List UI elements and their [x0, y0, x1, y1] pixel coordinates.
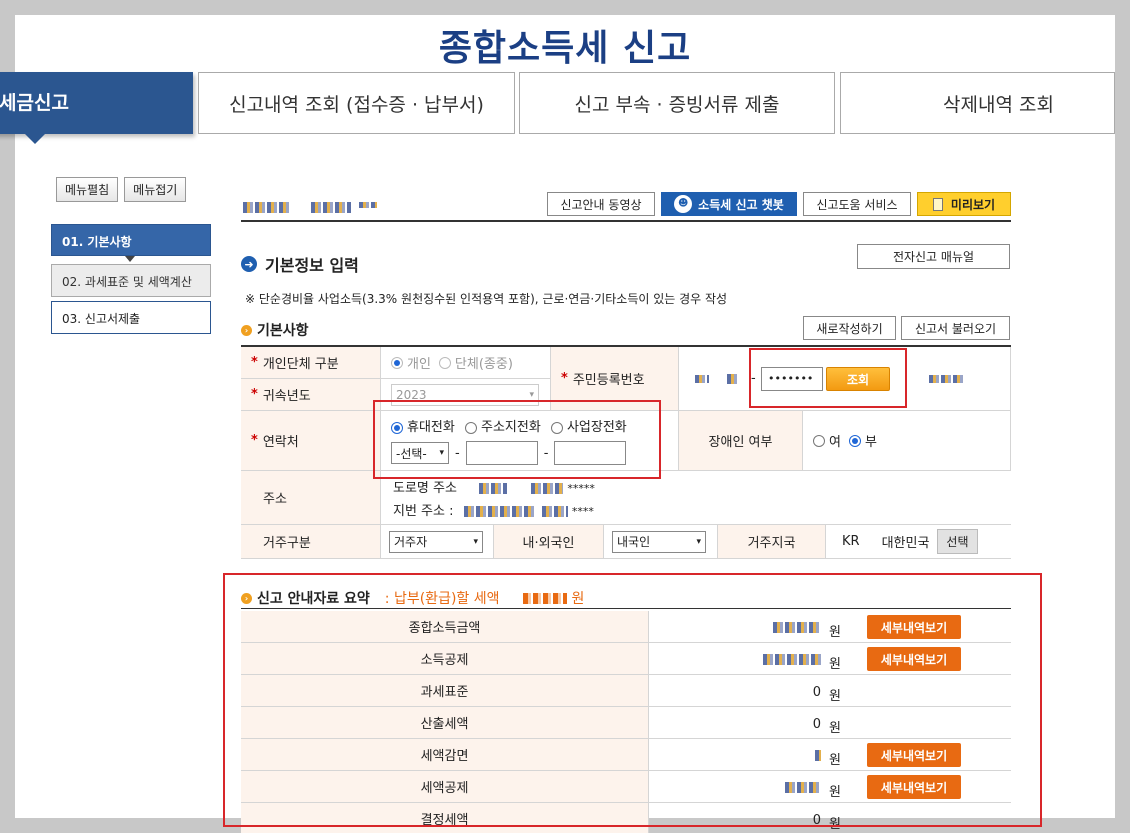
- sidebar: 메뉴펼침 메뉴접기: [36, 177, 196, 202]
- masked-address: [479, 482, 508, 494]
- disabled-label: 장애인 여부: [679, 411, 803, 471]
- chevron-down-icon: ▾: [529, 389, 534, 400]
- type-radio-group: 개인 단체(종중): [381, 347, 551, 379]
- disabled-yes-radio[interactable]: [813, 434, 825, 447]
- tab-deleted-history[interactable]: 삭제내역 조회: [840, 72, 1115, 134]
- main-tabs: 세금신고 신고내역 조회 (접수증 · 납부서) 신고 부속 · 증빙서류 제출…: [0, 72, 1115, 144]
- type-label: * 개인단체 구분: [241, 347, 381, 379]
- lot-address-label: 지번 주소 :: [393, 503, 454, 519]
- contact-label: * 연락처: [241, 411, 381, 471]
- residence-select[interactable]: 거주자 ▾: [389, 530, 483, 553]
- country-code: KR: [842, 534, 860, 549]
- nationality-cell: 내국인 ▾: [604, 525, 718, 559]
- masked-address: [463, 505, 534, 517]
- masked-id: [311, 202, 351, 213]
- disabled-no-radio[interactable]: [848, 434, 861, 447]
- guide-video-button[interactable]: 신고안내 동영상: [547, 192, 655, 216]
- tab-label: 세금신고: [0, 92, 69, 114]
- page-title: 종합소득세 신고: [438, 28, 692, 69]
- residence-label: 거주구분: [241, 525, 381, 559]
- active-tab-pointer: [25, 134, 45, 144]
- preview-label: 미리보기: [950, 197, 996, 212]
- nationality-label: 내·외국인: [494, 525, 604, 559]
- masked-name: [929, 375, 963, 383]
- year-label: * 귀속년도: [241, 379, 381, 411]
- masked-rrn-front: [695, 375, 709, 383]
- masked-tag: [359, 202, 377, 208]
- subsection-title: › 기본사항: [241, 320, 309, 340]
- chevron-down-icon: ▾: [473, 536, 478, 547]
- disabled-radio-group: 여 부: [803, 411, 1011, 471]
- subsection-title-text: 기본사항: [257, 323, 309, 339]
- load-form-button[interactable]: 신고서 불러오기: [901, 316, 1010, 340]
- section-title-text: 기본정보 입력: [265, 256, 359, 275]
- masked-address: [541, 505, 568, 517]
- step-down-arrow-icon: [125, 256, 135, 262]
- masked-rrn-front: [727, 374, 739, 384]
- road-address-label: 도로명 주소: [393, 480, 457, 496]
- toolbar: 신고안내 동영상 ☻ 소득세 신고 챗봇 신고도움 서비스 미리보기: [241, 192, 1011, 222]
- residence-cell: 거주자 ▾: [381, 525, 494, 559]
- section-title: ➜ 기본정보 입력: [241, 252, 359, 276]
- step-submit[interactable]: 03. 신고서제출: [51, 301, 211, 334]
- chatbot-icon: ☻: [674, 195, 693, 213]
- highlight-box: [373, 400, 661, 479]
- nationality-select[interactable]: 내국인 ▾: [612, 530, 706, 553]
- masked-address: [531, 482, 564, 494]
- country-name: 대한민국: [881, 536, 930, 551]
- step-tax-calculation[interactable]: 02. 과세표준 및 세액계산: [51, 264, 211, 297]
- type-group-radio[interactable]: [438, 356, 451, 369]
- country-cell: KR 대한민국 선택: [826, 525, 1011, 559]
- chatbot-button[interactable]: ☻ 소득세 신고 챗봇: [661, 192, 797, 216]
- tab-filing-history[interactable]: 신고내역 조회 (접수증 · 납부서): [198, 72, 515, 134]
- country-select-button[interactable]: 선택: [937, 529, 978, 554]
- new-form-button[interactable]: 새로작성하기: [803, 316, 896, 340]
- preview-button[interactable]: 미리보기: [917, 192, 1011, 216]
- highlight-box: [749, 348, 907, 408]
- bullet-icon: ›: [241, 324, 252, 336]
- help-service-button[interactable]: 신고도움 서비스: [803, 192, 911, 216]
- e-filing-manual-button[interactable]: 전자신고 매뉴얼: [857, 244, 1010, 269]
- masked-name: [243, 202, 291, 213]
- step-basic-info[interactable]: 01. 기본사항: [51, 224, 211, 256]
- tab-tax-filing[interactable]: 세금신고: [0, 72, 193, 144]
- address-label: 주소: [241, 471, 381, 525]
- tab-attachments[interactable]: 신고 부속 · 증빙서류 제출: [519, 72, 835, 134]
- menu-expand-button[interactable]: 메뉴펼침: [56, 177, 119, 202]
- arrow-circle-icon: ➜: [241, 256, 257, 272]
- highlight-box: [223, 573, 1042, 827]
- document-icon: [932, 197, 943, 211]
- country-label: 거주지국: [718, 525, 826, 559]
- type-individual-radio[interactable]: [391, 356, 403, 369]
- address-cell: 도로명 주소 ***** 지번 주소 : ****: [381, 471, 1011, 525]
- notice-text: ※ 단순경비율 사업소득(3.3% 원천징수된 인적용역 포함), 근로·연금·…: [245, 292, 728, 306]
- chatbot-label: 소득세 신고 챗봇: [698, 197, 784, 212]
- chevron-down-icon: ▾: [696, 536, 701, 547]
- menu-collapse-button[interactable]: 메뉴접기: [124, 177, 187, 202]
